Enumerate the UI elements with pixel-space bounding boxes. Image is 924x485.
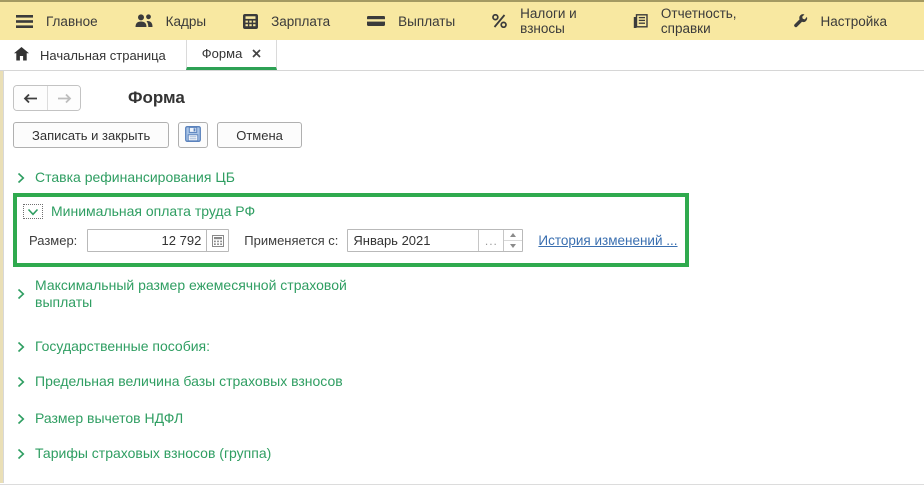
menu-item-settings[interactable]: Настройка xyxy=(793,14,887,29)
menu-label: Выплаты xyxy=(398,14,455,29)
applies-from-label: Применяется с: xyxy=(244,233,338,248)
section-label: Государственные пособия: xyxy=(35,338,210,355)
back-button[interactable] xyxy=(14,86,47,110)
section-label: Минимальная оплата труда РФ xyxy=(51,203,255,219)
calculator-button[interactable] xyxy=(206,230,228,251)
spin-down-button[interactable] xyxy=(504,241,522,251)
menu-item-reports[interactable]: Отчетность, справки xyxy=(633,6,756,36)
form-area: Форма Записать и закрыть Отмена Ставка р… xyxy=(0,71,924,483)
menu-item-salary[interactable]: Зарплата xyxy=(243,14,330,29)
chevron-right-icon xyxy=(17,448,25,460)
tab-forma[interactable]: Форма xyxy=(186,40,278,70)
section-label: Тарифы страховых взносов (группа) xyxy=(35,445,271,462)
section-label: Максимальный размер ежемесячной страхово… xyxy=(35,277,387,311)
chevron-focus-box xyxy=(23,204,43,219)
section-contribution-tariffs[interactable]: Тарифы страховых взносов (группа) xyxy=(17,445,924,462)
menu-label: Главное xyxy=(46,14,98,29)
size-field-group xyxy=(87,229,229,252)
section-label: Ставка рефинансирования ЦБ xyxy=(35,169,235,186)
section-ndfl-deductions[interactable]: Размер вычетов НДФЛ xyxy=(17,410,924,427)
history-nav xyxy=(13,85,81,111)
percent-icon xyxy=(492,14,507,28)
tab-bar: Начальная страница Форма xyxy=(0,40,924,71)
close-icon[interactable] xyxy=(252,49,261,58)
wrench-icon xyxy=(793,14,808,29)
spin-up-button[interactable] xyxy=(504,230,522,241)
cancel-button[interactable]: Отмена xyxy=(217,122,302,148)
minimum-wage-section-highlight: Минимальная оплата труда РФ Размер: Прим… xyxy=(13,193,689,267)
forward-button[interactable] xyxy=(47,86,80,110)
people-icon xyxy=(135,14,153,28)
save-button[interactable] xyxy=(178,122,208,148)
menu-item-main[interactable]: Главное xyxy=(16,14,98,29)
menu-label: Настройка xyxy=(821,14,887,29)
chevron-right-icon xyxy=(17,172,25,184)
tab-forma-label: Форма xyxy=(202,46,243,61)
calculator-icon xyxy=(243,14,258,29)
menu-item-payments[interactable]: Выплаты xyxy=(367,14,455,29)
page-title: Форма xyxy=(128,88,185,108)
chevron-right-icon xyxy=(17,413,25,425)
payments-icon xyxy=(367,15,385,27)
section-contribution-base-limit[interactable]: Предельная величина базы страховых взнос… xyxy=(17,373,924,390)
section-state-benefits[interactable]: Государственные пособия: xyxy=(17,338,924,355)
chevron-right-icon xyxy=(17,288,25,300)
history-link[interactable]: История изменений ... xyxy=(538,233,677,248)
menu-item-hr[interactable]: Кадры xyxy=(135,14,206,29)
home-icon xyxy=(14,47,29,64)
tab-home[interactable]: Начальная страница xyxy=(10,40,186,70)
section-label: Предельная величина базы страховых взнос… xyxy=(35,373,343,390)
menu-item-taxes[interactable]: Налоги и взносы xyxy=(492,6,596,36)
choose-button[interactable]: ... xyxy=(478,230,503,251)
section-minimum-wage[interactable]: Минимальная оплата труда РФ xyxy=(23,203,685,219)
report-icon xyxy=(633,14,648,29)
menu-label: Отчетность, справки xyxy=(661,6,756,36)
top-menu-bar: Главное Кадры Зарплата Выплаты Налоги и … xyxy=(0,0,924,40)
menu-label: Кадры xyxy=(166,14,206,29)
applies-field-group: ... xyxy=(347,229,523,252)
section-max-insurance-payment[interactable]: Максимальный размер ежемесячной страхово… xyxy=(17,277,924,311)
chevron-right-icon xyxy=(17,341,25,353)
save-and-close-button[interactable]: Записать и закрыть xyxy=(13,122,169,148)
chevron-down-icon xyxy=(27,203,39,220)
menu-label: Зарплата xyxy=(271,14,330,29)
section-refinance-rate[interactable]: Ставка рефинансирования ЦБ xyxy=(17,169,924,186)
applies-from-input[interactable] xyxy=(348,230,478,251)
chevron-right-icon xyxy=(17,376,25,388)
app-window: Главное Кадры Зарплата Выплаты Налоги и … xyxy=(0,0,924,485)
size-input[interactable] xyxy=(88,230,206,251)
menu-label: Налоги и взносы xyxy=(520,6,596,36)
spinner xyxy=(503,230,522,251)
floppy-disk-icon xyxy=(185,126,201,145)
tab-home-label: Начальная страница xyxy=(40,48,166,63)
size-label: Размер: xyxy=(29,233,77,248)
section-label: Размер вычетов НДФЛ xyxy=(35,410,183,427)
hamburger-icon xyxy=(16,15,33,28)
